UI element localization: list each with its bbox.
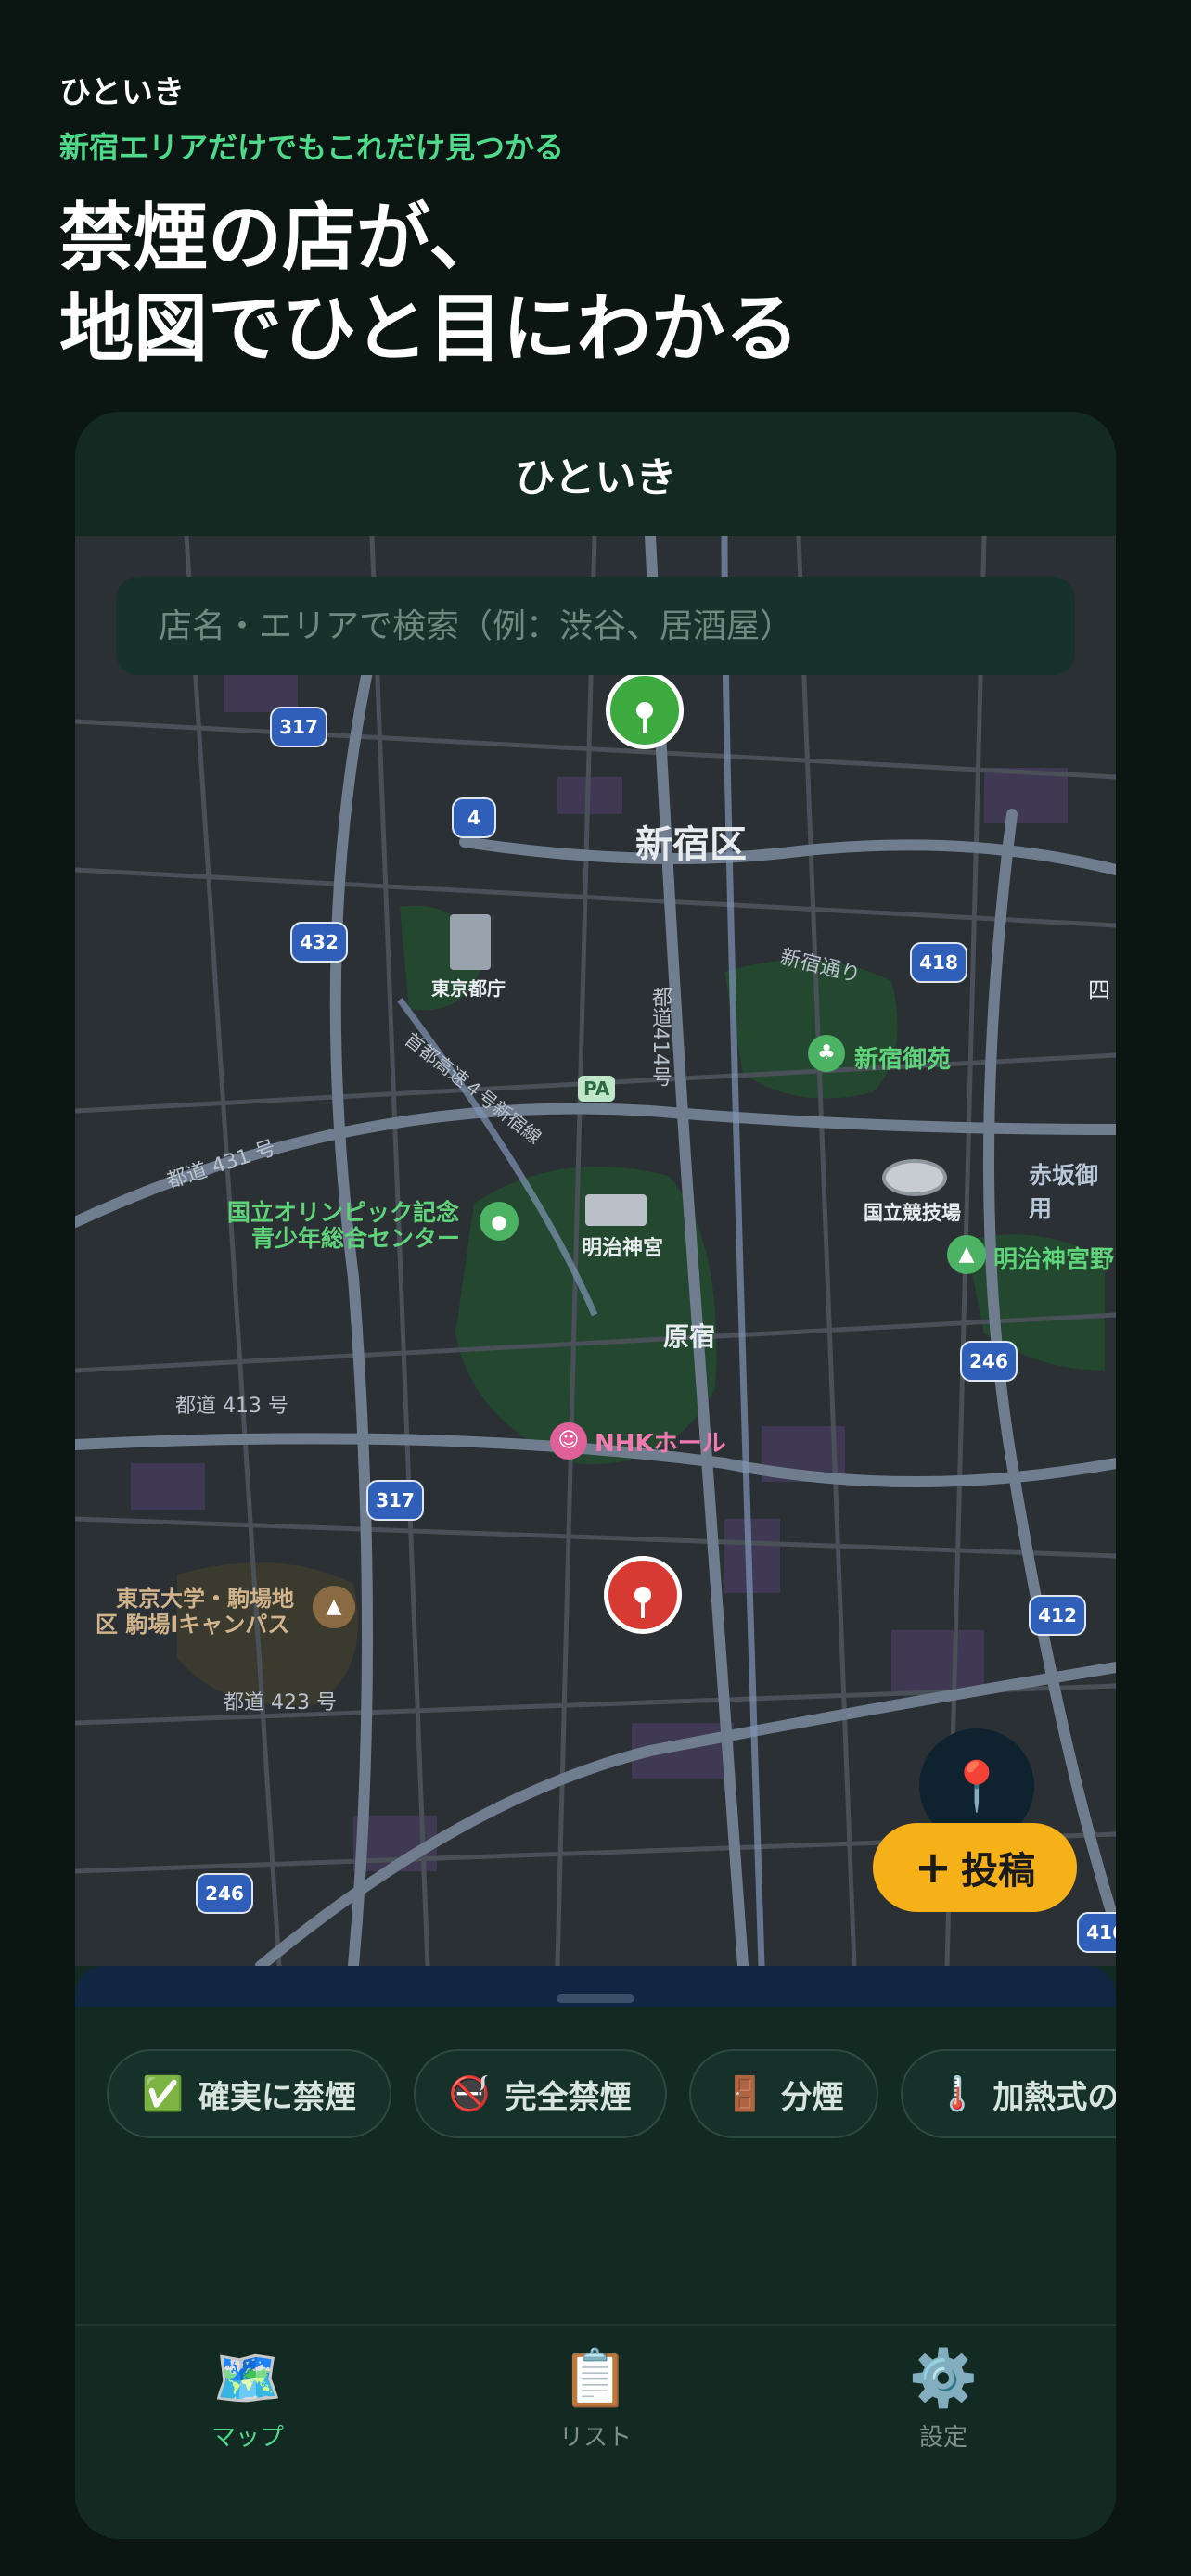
pin-dot: [634, 1587, 651, 1618]
filter-chips: ✅ 確実に禁煙 🚭 完全禁煙 🚪 分煙 🌡️ 加熱式のみ: [107, 2049, 1116, 2138]
map-label-harajuku: 原宿: [663, 1321, 716, 1352]
map-label-meiji: 明治神宮: [582, 1237, 664, 1260]
map-label-district: 新宿区: [635, 823, 747, 866]
tree-icon: ♣: [808, 1035, 845, 1072]
headline-line-2: 地図でひと目にわかる: [59, 286, 800, 372]
school-icon: ▲: [313, 1586, 355, 1628]
stadium-icon: [882, 1159, 947, 1196]
map-label-nhk: ☺ NHKホール: [550, 1422, 726, 1460]
filter-sheet: ✅ 確実に禁煙 🚭 完全禁煙 🚪 分煙 🌡️ 加熱式のみ: [75, 1966, 1116, 2337]
plus-icon: +: [914, 1842, 953, 1894]
route-shield: 412: [1029, 1595, 1086, 1636]
map-label-todai-2: 区 駒場Ⅰキャンパス: [96, 1612, 290, 1638]
post-button-label: 投稿: [961, 1850, 1036, 1893]
map-label-nhk-text: NHKホール: [595, 1429, 726, 1458]
drag-handle[interactable]: [557, 1994, 634, 2003]
tab-map[interactable]: 🗺️ マップ: [155, 2344, 340, 2453]
route-shield: 4: [452, 797, 496, 838]
search-bar: [116, 577, 1075, 675]
headline: 禁煙の店が、 地図でひと目にわかる: [59, 193, 800, 375]
tab-list-label: リスト: [558, 2424, 632, 2452]
map-label-route-423: 都道 423 号: [224, 1691, 337, 1715]
map-label-gaien: 明治神宮野: [993, 1246, 1115, 1274]
brand-label: ひといき: [59, 74, 185, 111]
filter-chip-label: 確実に禁煙: [198, 2078, 356, 2116]
map-label-route-414: 都道414号: [648, 987, 672, 1087]
search-input[interactable]: [157, 606, 1075, 646]
headline-line-1: 禁煙の店が、: [59, 195, 504, 281]
map-label-stadium: 国立競技場: [864, 1202, 961, 1224]
map-icon: 🗺️: [212, 2346, 283, 2411]
map-label-akasaka: 赤坂御用: [1029, 1162, 1099, 1222]
app-screen: ひといき 新宿区 東京都庁 新宿御苑 国立オリンピック記念 青少年総合センター …: [75, 412, 1116, 2539]
map-label-route-413: 都道 413 号: [175, 1395, 288, 1418]
map-pin-smoking[interactable]: [604, 1556, 682, 1634]
app-title: ひといき: [75, 412, 1116, 538]
filter-chip-confirmed[interactable]: ✅ 確実に禁煙: [107, 2049, 391, 2138]
route-shield: 246: [196, 1873, 253, 1914]
route-shield: 418: [910, 942, 967, 983]
sports-icon: ●: [480, 1202, 519, 1241]
filter-chip-label: 分煙: [780, 2078, 844, 2116]
route-shield: 317: [270, 707, 327, 747]
door-icon: 🚪: [724, 2075, 766, 2113]
filter-chip-separated[interactable]: 🚪 分煙: [688, 2049, 879, 2138]
filter-chip-label: 完全禁煙: [505, 2078, 632, 2116]
post-button[interactable]: + 投稿: [873, 1823, 1077, 1912]
tab-settings[interactable]: ⚙️ 設定: [851, 2344, 1036, 2453]
filter-chip-label: 加熱式のみ: [992, 2078, 1116, 2116]
park-icon: ▲: [947, 1235, 986, 1274]
map-label-gyoen: 新宿御苑: [854, 1046, 952, 1074]
pin-icon: 📍: [946, 1758, 1007, 1815]
theater-icon: ☺: [550, 1422, 587, 1460]
sheet-header: [75, 1966, 1116, 2007]
map-label-olympic-2: 青少年総合センター: [251, 1225, 461, 1252]
pin-dot: [636, 702, 653, 733]
filter-chip-heated[interactable]: 🌡️ 加熱式のみ: [901, 2049, 1116, 2138]
tab-bar: 🗺️ マップ 📋 リスト ⚙️ 設定: [75, 2324, 1116, 2539]
map-pin-nonsmoking[interactable]: [606, 671, 684, 749]
route-shield: 246: [960, 1341, 1018, 1382]
thermometer-icon: 🌡️: [936, 2075, 979, 2113]
building-icon: [450, 914, 491, 970]
tab-settings-label: 設定: [918, 2424, 967, 2452]
route-shield: 432: [290, 922, 348, 963]
tab-list[interactable]: 📋 リスト: [503, 2344, 688, 2453]
no-smoking-icon: 🚭: [448, 2075, 491, 2113]
map-label-edge: 四: [1088, 977, 1110, 1003]
tab-map-label: マップ: [211, 2424, 284, 2452]
filter-chip-complete[interactable]: 🚭 完全禁煙: [413, 2049, 667, 2138]
gear-icon: ⚙️: [908, 2346, 979, 2411]
route-shield: 317: [366, 1480, 424, 1521]
map-label-tocho: 東京都庁: [431, 977, 506, 1000]
tagline: 新宿エリアだけでもこれだけ見つかる: [59, 130, 565, 165]
map-view[interactable]: 新宿区 東京都庁 新宿御苑 国立オリンピック記念 青少年総合センター 明治神宮 …: [75, 536, 1116, 1966]
shrine-icon: [585, 1194, 647, 1226]
route-shield: 416: [1077, 1912, 1116, 1953]
check-icon: ✅: [142, 2075, 184, 2113]
map-label-pa: PA: [578, 1076, 616, 1102]
clipboard-icon: 📋: [560, 2346, 631, 2411]
